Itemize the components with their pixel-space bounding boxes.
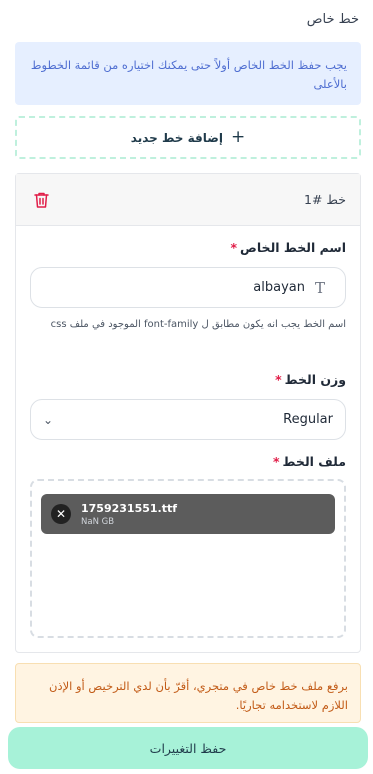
font-name-input[interactable]: T albayan xyxy=(30,267,346,308)
font-name-label: اسم الخط الخاص* xyxy=(231,240,347,255)
trash-icon xyxy=(33,192,49,208)
info-text: يجب حفظ الخط الخاص أولاً حتى يمكنك اختيا… xyxy=(30,58,347,91)
info-banner: يجب حفظ الخط الخاص أولاً حتى يمكنك اختيا… xyxy=(15,42,361,105)
plus-icon: + xyxy=(231,127,246,147)
save-changes-label: حفظ التغييرات xyxy=(149,740,227,756)
chevron-down-icon: ⌄ xyxy=(43,412,54,427)
page-title: خط خاص xyxy=(306,12,359,27)
font-name-value: albayan xyxy=(253,280,305,295)
font-weight-label: وزن الخط* xyxy=(275,372,346,387)
license-notice: برفع ملف خط خاص في متجري، أقرّ بأن لدي ا… xyxy=(15,663,361,723)
file-meta: 1759231551.ttf NaN GB xyxy=(81,502,177,527)
text-icon: T xyxy=(314,278,325,297)
remove-file-button[interactable]: ✕ xyxy=(51,504,71,524)
save-changes-button[interactable]: حفظ التغييرات xyxy=(8,727,368,769)
license-text: برفع ملف خط خاص في متجري، أقرّ بأن لدي ا… xyxy=(49,679,348,712)
font-name-hint: اسم الخط يجب انه يكون مطابق ل font-famil… xyxy=(50,319,346,330)
uploaded-file: ✕ 1759231551.ttf NaN GB xyxy=(41,494,335,534)
font-weight-value: Regular xyxy=(283,412,333,427)
add-font-label: إضافة خط جديد xyxy=(130,130,223,145)
font-card: خط #1 اسم الخط الخاص* T albayan اسم الخط… xyxy=(15,173,361,653)
add-font-button[interactable]: + إضافة خط جديد xyxy=(15,116,361,159)
file-name: 1759231551.ttf xyxy=(81,501,178,515)
close-icon: ✕ xyxy=(55,507,67,521)
font-file-dropzone[interactable]: ✕ 1759231551.ttf NaN GB xyxy=(30,479,346,638)
font-file-label: ملف الخط* xyxy=(273,454,346,469)
required-mark: * xyxy=(275,372,282,387)
file-size: NaN GB xyxy=(81,516,115,527)
font-name-label-text: اسم الخط الخاص xyxy=(240,240,346,255)
delete-font-button[interactable] xyxy=(30,189,52,211)
required-mark: * xyxy=(230,240,238,255)
font-card-header: خط #1 xyxy=(16,174,360,226)
font-weight-label-text: وزن الخط xyxy=(284,372,346,387)
required-mark: * xyxy=(273,454,280,469)
font-weight-select[interactable]: Regular ⌄ xyxy=(30,399,346,440)
font-file-label-text: ملف الخط xyxy=(282,454,346,469)
font-card-title: خط #1 xyxy=(304,192,346,207)
